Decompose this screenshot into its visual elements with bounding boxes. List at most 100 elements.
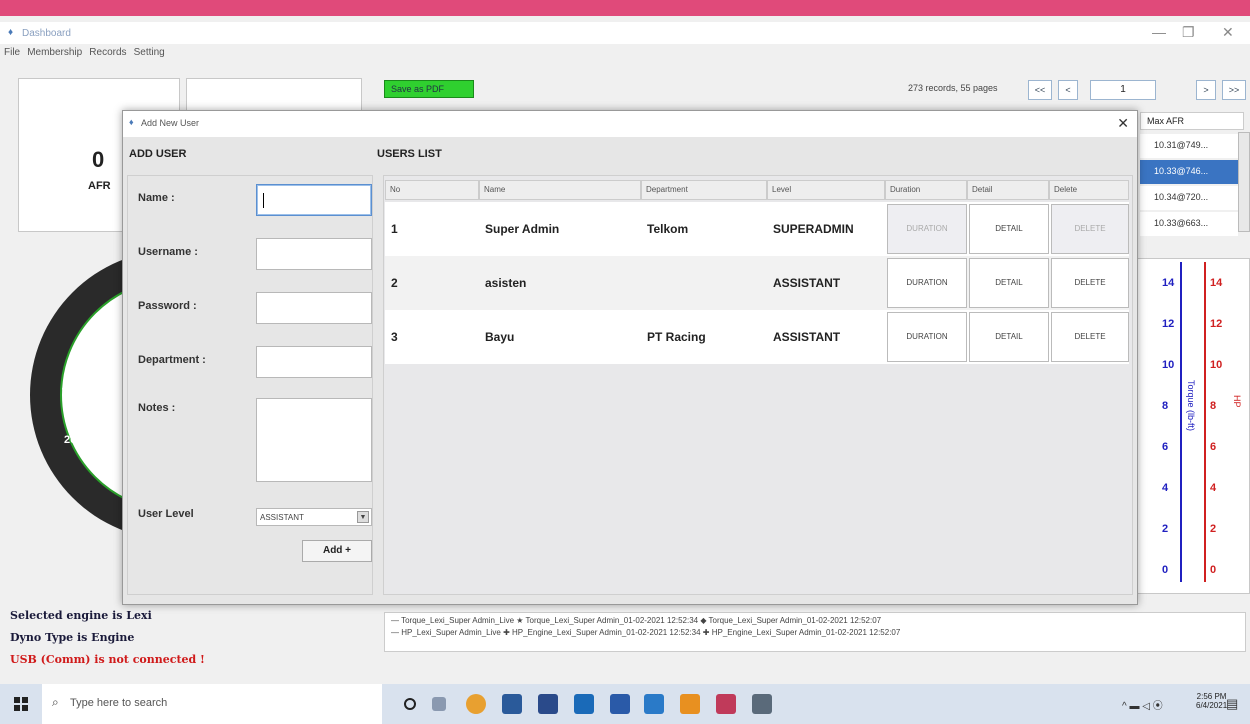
hp-tick: 2 [1210, 523, 1217, 535]
cortana-icon[interactable] [404, 698, 416, 710]
users-list-table: No Name Department Level Duration Detail… [383, 175, 1133, 595]
col-department: Department [641, 180, 767, 200]
max-afr-header: Max AFR [1140, 112, 1244, 130]
max-afr-row[interactable]: 10.33@663... [1140, 212, 1238, 236]
department-input[interactable] [256, 346, 372, 378]
dyno-app-icon[interactable] [716, 694, 736, 714]
hp-tick: 8 [1210, 400, 1217, 412]
col-no: No [385, 180, 479, 200]
users-list-title: USERS LIST [377, 148, 442, 160]
duration-button[interactable]: DURATION [887, 258, 967, 308]
settings-app-icon[interactable] [752, 694, 772, 714]
first-page-button[interactable]: << [1028, 80, 1052, 100]
name-input[interactable] [256, 184, 372, 216]
dialog-app-icon: ♦ [129, 117, 134, 127]
last-page-button[interactable]: >> [1222, 80, 1246, 100]
prev-page-button[interactable]: < [1058, 80, 1078, 100]
torque-tick: 10 [1162, 359, 1175, 371]
start-button[interactable] [0, 684, 42, 724]
page-number-input[interactable]: 1 [1090, 80, 1156, 100]
mail-icon[interactable] [574, 694, 594, 714]
name-label: Name : [138, 192, 175, 204]
taskbar-clock[interactable]: 2:56 PM 6/4/2021 [1196, 692, 1227, 710]
word-icon[interactable] [644, 694, 664, 714]
max-afr-scrollbar[interactable] [1238, 132, 1250, 232]
notes-label: Notes : [138, 402, 176, 414]
user-level-value: ASSISTANT [260, 513, 304, 522]
afr-label: AFR [88, 180, 111, 192]
user-level-select[interactable]: ASSISTANT ▼ [256, 508, 372, 526]
add-user-dialog: ♦ Add New User ✕ ADD USER USERS LIST Nam… [122, 110, 1138, 605]
hp-tick: 12 [1210, 318, 1223, 330]
menu-membership[interactable]: Membership [27, 47, 82, 58]
table-row[interactable]: 2 asisten ASSISTANT DURATION DETAIL DELE… [385, 256, 1129, 310]
legend-line-torque: — Torque_Lexi_Super Admin_Live ★ Torque_… [391, 616, 882, 625]
afr-value: 0 [92, 147, 105, 172]
table-row[interactable]: 1 Super Admin Telkom SUPERADMIN DURATION… [385, 202, 1129, 256]
menu-setting[interactable]: Setting [134, 47, 165, 58]
gauge-tick-label: 20 [64, 434, 77, 446]
detail-button[interactable]: DETAIL [969, 258, 1049, 308]
next-page-button[interactable]: > [1196, 80, 1216, 100]
store-icon[interactable] [538, 694, 558, 714]
gauge-tick-label: 60 [80, 332, 93, 344]
cell-level: ASSISTANT [773, 330, 841, 344]
chrome-icon[interactable] [466, 694, 486, 714]
task-view-icon[interactable] [432, 697, 446, 711]
sublime-icon[interactable] [680, 694, 700, 714]
shield-app-icon[interactable] [610, 694, 630, 714]
dyno-status: Dyno Type is Engine [10, 631, 135, 644]
window-title: Dashboard [22, 28, 71, 39]
taskbar-search-placeholder: Type here to search [70, 697, 168, 709]
cell-name: asisten [485, 276, 527, 290]
add-user-form: Name : Username : Password : Department … [127, 175, 373, 595]
hp-tick: 14 [1210, 277, 1223, 289]
cell-department: Telkom [647, 222, 689, 236]
save-pdf-button[interactable]: Save as PDF [384, 80, 474, 98]
cell-no: 3 [391, 330, 398, 344]
detail-button[interactable]: DETAIL [969, 312, 1049, 362]
max-afr-row[interactable]: 10.31@749... [1140, 134, 1238, 158]
system-tray-icons[interactable]: ^ ▬ ◁ ⦿ [1122, 697, 1163, 712]
delete-button[interactable]: DELETE [1051, 258, 1129, 308]
hp-tick: 10 [1210, 359, 1223, 371]
maximize-button[interactable]: ❐ [1182, 24, 1195, 41]
max-afr-row[interactable]: 10.33@746... [1140, 160, 1238, 184]
hp-tick: 6 [1210, 441, 1217, 453]
max-afr-row[interactable]: 10.34@720... [1140, 186, 1238, 210]
clock-date: 6/4/2021 [1196, 701, 1228, 710]
cell-name: Super Admin [485, 222, 560, 236]
duration-button[interactable]: DURATION [887, 312, 967, 362]
file-explorer-icon[interactable] [502, 694, 522, 714]
username-input[interactable] [256, 238, 372, 270]
menu-records[interactable]: Records [89, 47, 126, 58]
detail-button[interactable]: DETAIL [969, 204, 1049, 254]
windows-logo-icon [14, 697, 28, 711]
dialog-close-icon[interactable]: ✕ [1117, 115, 1129, 132]
cell-no: 2 [391, 276, 398, 290]
password-input[interactable] [256, 292, 372, 324]
hp-axis-title: HP [1232, 395, 1242, 408]
duration-button[interactable]: DURATION [887, 204, 967, 254]
cell-name: Bayu [485, 330, 515, 344]
notes-textarea[interactable] [256, 398, 372, 482]
col-detail: Detail [967, 180, 1049, 200]
cell-no: 1 [391, 222, 398, 236]
minimize-button[interactable]: — [1152, 24, 1166, 40]
text-caret [263, 193, 264, 208]
torque-tick: 8 [1162, 400, 1169, 412]
chart-legend: — Torque_Lexi_Super Admin_Live ★ Torque_… [384, 612, 1246, 652]
col-level: Level [767, 180, 885, 200]
col-delete: Delete [1049, 180, 1129, 200]
table-row[interactable]: 3 Bayu PT Racing ASSISTANT DURATION DETA… [385, 310, 1129, 364]
cell-level: ASSISTANT [773, 276, 841, 290]
close-window-button[interactable]: ✕ [1222, 24, 1234, 41]
delete-button[interactable]: DELETE [1051, 312, 1129, 362]
col-duration: Duration [885, 180, 967, 200]
notification-icon[interactable]: ▤ [1226, 696, 1238, 712]
dropdown-arrow-icon[interactable]: ▼ [357, 511, 369, 523]
dialog-title: Add New User [141, 118, 200, 128]
menu-file[interactable]: File [4, 47, 20, 58]
add-user-button[interactable]: Add + [302, 540, 372, 562]
delete-button[interactable]: DELETE [1051, 204, 1129, 254]
